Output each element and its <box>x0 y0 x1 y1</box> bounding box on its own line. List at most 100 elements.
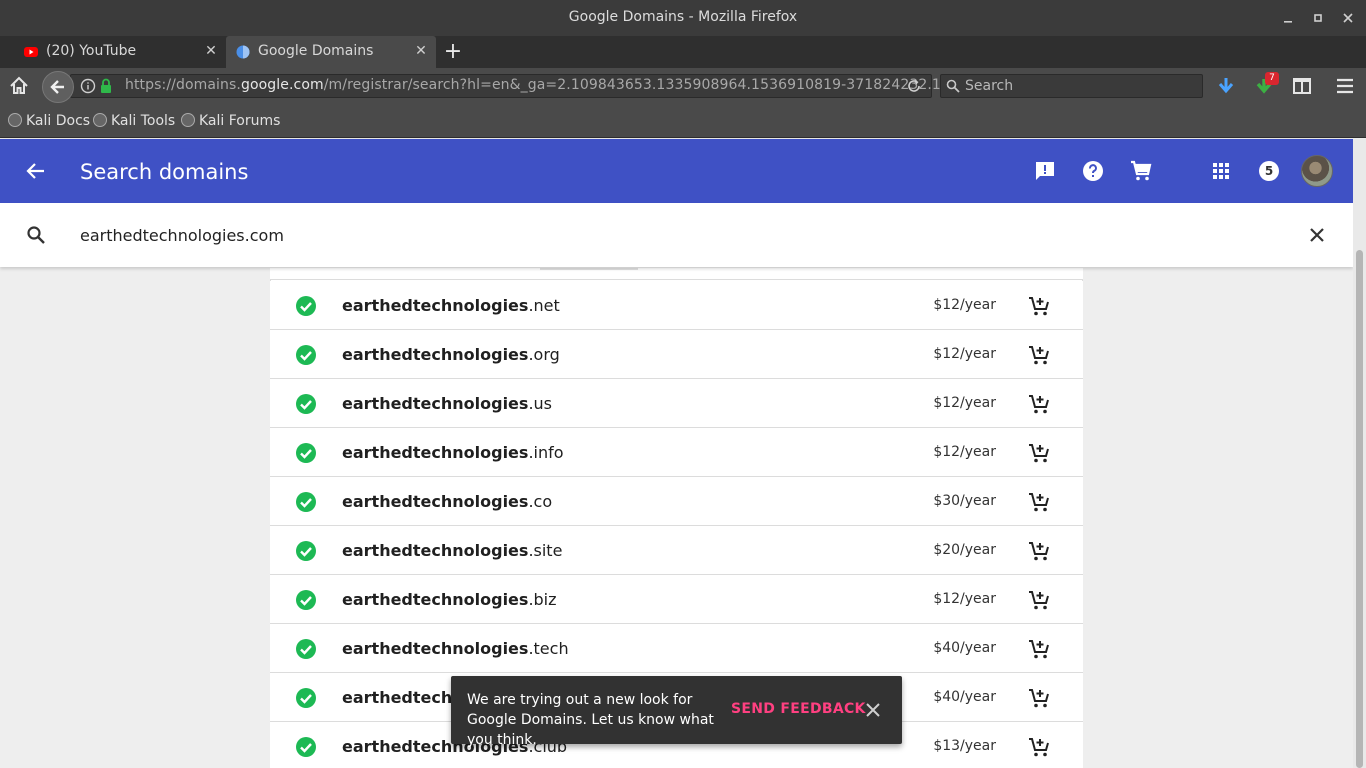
url-text[interactable]: https://domains.google.com/m/registrar/s… <box>125 77 959 93</box>
add-to-cart-icon[interactable] <box>1027 735 1051 759</box>
domain-name: earthedtechnologies.us <box>342 394 552 413</box>
domain-price: $40/year <box>933 640 996 656</box>
add-to-cart-icon[interactable] <box>1027 588 1051 612</box>
reload-icon[interactable] <box>906 78 922 94</box>
domain-result-row[interactable]: earthedtechnologies.net $12/year <box>270 281 1083 330</box>
domain-result-row[interactable]: earthedtechnologies.org $12/year <box>270 330 1083 379</box>
add-to-cart-icon[interactable] <box>1027 490 1051 514</box>
scrollbar-thumb[interactable] <box>1356 250 1363 768</box>
available-check-icon <box>296 590 316 610</box>
domain-price: $12/year <box>933 444 996 460</box>
google-domains-icon <box>236 45 250 59</box>
back-arrow-icon[interactable] <box>24 159 48 183</box>
add-to-cart-icon[interactable] <box>1027 637 1051 661</box>
downloads-badge: 7 <box>1265 72 1279 85</box>
domain-name: earthedtechnologies.biz <box>342 590 557 609</box>
add-to-cart-icon[interactable] <box>1027 539 1051 563</box>
available-check-icon <box>296 394 316 414</box>
add-to-cart-icon[interactable] <box>1027 686 1051 710</box>
domain-name: earthedtechnologies.net <box>342 296 560 315</box>
toast-message: We are trying out a new look for Google … <box>467 692 714 748</box>
search-placeholder: Search <box>965 78 1014 94</box>
available-check-icon <box>296 688 316 708</box>
add-to-cart-icon[interactable] <box>1027 392 1051 416</box>
available-check-icon <box>296 737 316 757</box>
back-button[interactable] <box>42 71 74 103</box>
tab-strip: (20) YouTube ✕ Google Domains ✕ + <box>0 36 1366 68</box>
domain-name: earthedtechnologies.tech <box>342 639 569 658</box>
available-check-icon <box>296 296 316 316</box>
globe-icon <box>93 113 107 127</box>
new-tab-button[interactable]: + <box>440 38 466 66</box>
available-check-icon <box>296 443 316 463</box>
domain-name: earthedtechnologies.info <box>342 443 564 462</box>
avatar[interactable] <box>1301 155 1333 187</box>
domain-price: $20/year <box>933 542 996 558</box>
domain-result-row[interactable]: earthedtechnologies.tech $40/year <box>270 624 1083 673</box>
home-icon[interactable] <box>7 74 31 98</box>
notifications-badge[interactable]: 5 <box>1259 161 1279 181</box>
search-icon <box>946 79 960 93</box>
domain-name: earthedtechnologies.site <box>342 541 563 560</box>
window-titlebar: Google Domains - Mozilla Firefox <box>0 0 1366 36</box>
toast-close-icon[interactable] <box>861 698 885 722</box>
domain-price: $12/year <box>933 346 996 362</box>
domain-result-row[interactable]: earthedtechnologies.co $30/year <box>270 477 1083 526</box>
domain-price: $12/year <box>933 395 996 411</box>
back-arrow-icon <box>50 80 64 94</box>
add-to-cart-icon[interactable] <box>1027 294 1051 318</box>
feedback-toast: We are trying out a new look for Google … <box>451 676 902 748</box>
bookmarks-toolbar: Kali Docs Kali Tools Kali Forums <box>0 104 1366 138</box>
domain-search-input[interactable]: earthedtechnologies.com <box>80 226 284 245</box>
previous-row-edge <box>270 268 1083 280</box>
domain-result-row[interactable]: earthedtechnologies.info $12/year <box>270 428 1083 477</box>
tab-close-icon[interactable]: ✕ <box>202 42 220 60</box>
domain-price: $12/year <box>933 297 996 313</box>
search-bar[interactable]: Search <box>940 74 1203 98</box>
available-check-icon <box>296 345 316 365</box>
menu-icon[interactable] <box>1333 74 1357 98</box>
domain-name: earthedtechnologies.org <box>342 345 560 364</box>
available-check-icon <box>296 639 316 659</box>
info-icon[interactable] <box>80 78 96 94</box>
bookmark-kali-docs[interactable]: Kali Docs <box>8 113 90 129</box>
bookmark-kali-forums[interactable]: Kali Forums <box>181 113 280 129</box>
firefox-window: Google Domains - Mozilla Firefox (20) Yo… <box>0 0 1366 768</box>
tab-label: Google Domains <box>258 43 374 59</box>
add-to-cart-icon[interactable] <box>1027 343 1051 367</box>
search-icon <box>27 226 45 244</box>
maximize-icon[interactable] <box>1308 8 1328 28</box>
cart-icon[interactable] <box>1129 159 1153 183</box>
domain-price: $12/year <box>933 591 996 607</box>
page-title: Search domains <box>80 160 249 184</box>
clear-search-icon[interactable] <box>1305 223 1329 247</box>
apps-grid-icon[interactable] <box>1209 159 1233 183</box>
tab-close-icon[interactable]: ✕ <box>412 42 430 60</box>
help-icon[interactable] <box>1081 159 1105 183</box>
domain-result-row[interactable]: earthedtechnologies.site $20/year <box>270 526 1083 575</box>
domain-result-row[interactable]: earthedtechnologies.biz $12/year <box>270 575 1083 624</box>
app-bar: Search domains <box>0 139 1353 203</box>
domain-result-row[interactable]: earthedtechnologies.us $12/year <box>270 379 1083 428</box>
send-feedback-button[interactable]: SEND FEEDBACK <box>731 701 866 717</box>
sidebar-toggle-icon[interactable] <box>1290 74 1314 98</box>
available-check-icon <box>296 541 316 561</box>
window-close-icon[interactable] <box>1338 8 1358 28</box>
tab-google-domains[interactable]: Google Domains ✕ <box>226 36 436 68</box>
add-to-cart-icon[interactable] <box>1027 441 1051 465</box>
tab-youtube[interactable]: (20) YouTube ✕ <box>14 36 226 68</box>
globe-icon <box>8 113 22 127</box>
tab-label: (20) YouTube <box>46 43 137 59</box>
domain-name: earthedtechnologies.co <box>342 492 553 511</box>
domain-price: $40/year <box>933 689 996 705</box>
lock-icon <box>101 78 111 93</box>
domain-search-row: earthedtechnologies.com <box>0 203 1353 267</box>
download-arrow-icon[interactable] <box>1214 74 1238 98</box>
feedback-icon[interactable] <box>1033 159 1057 183</box>
minimize-icon[interactable] <box>1278 8 1298 28</box>
available-check-icon <box>296 492 316 512</box>
bookmark-kali-tools[interactable]: Kali Tools <box>93 113 175 129</box>
globe-icon <box>181 113 195 127</box>
domain-price: $13/year <box>933 738 996 754</box>
domain-price: $30/year <box>933 493 996 509</box>
